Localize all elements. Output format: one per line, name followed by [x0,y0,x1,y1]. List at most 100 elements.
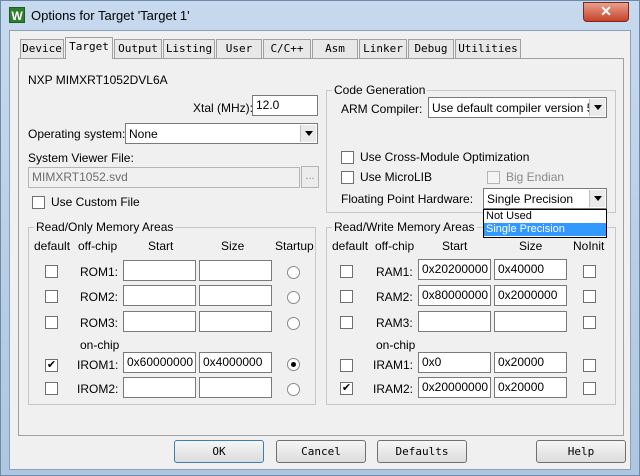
tab-debug[interactable]: Debug [408,39,454,58]
svd-browse-button[interactable]: ... [301,166,319,188]
tab-device[interactable]: Device [20,39,64,58]
ro-onchip-label: on-chip [80,338,120,352]
rw-header-noinit: NoInit [573,239,605,253]
ram3-default-checkbox[interactable] [340,316,353,329]
tab-asm[interactable]: Asm [312,39,358,58]
iram2-noinit-checkbox[interactable] [583,382,596,395]
tab-cc[interactable]: C/C++ [263,39,311,58]
iram1-start-input[interactable]: 0x0 [418,352,491,373]
irom2-startup-radio[interactable] [287,383,300,396]
chevron-down-icon[interactable] [589,99,605,116]
ram2-size-input[interactable]: 0x2000000 [494,285,567,306]
ram3-label: RAM3: [376,316,413,330]
irom1-default-checkbox[interactable]: ✔ [45,359,58,372]
ram2-default-checkbox[interactable] [340,290,353,303]
rom3-size-input[interactable] [199,311,272,332]
rom3-label: ROM3: [80,316,119,330]
rom1-startup-radio[interactable] [287,266,300,279]
rom1-size-input[interactable] [199,260,272,281]
compiler-select[interactable]: Use default compiler version 5 [428,97,607,118]
rw-header-default: default [332,239,369,253]
cross-module-checkbox[interactable] [341,151,354,164]
ram3-size-input[interactable] [494,311,567,332]
tab-listing[interactable]: Listing [163,39,215,58]
close-button[interactable]: ✕ [583,2,629,22]
custom-file-checkbox[interactable] [32,196,45,209]
rom2-label: ROM2: [80,290,119,304]
iram2-start-input[interactable]: 0x20000000 [418,377,491,398]
title-bar[interactable]: W Options for Target 'Target 1' ✕ [1,1,639,29]
rom2-default-checkbox[interactable] [45,290,58,303]
cancel-button[interactable]: Cancel [276,440,366,463]
defaults-button[interactable]: Defaults [377,440,467,463]
tab-output[interactable]: Output [114,39,162,58]
microlib-checkbox[interactable] [341,171,354,184]
chevron-down-icon[interactable] [589,190,605,207]
ok-button[interactable]: OK [174,440,264,463]
tab-utilities[interactable]: Utilities [455,39,521,58]
rom2-startup-radio[interactable] [287,291,300,304]
help-button[interactable]: Help [536,440,626,463]
fp-hardware-select[interactable]: Single Precision [483,188,607,209]
ram1-label: RAM1: [376,265,413,279]
fp-option-single-precision[interactable]: Single Precision [484,223,606,236]
iram1-size-input[interactable]: 0x20000 [494,352,567,373]
ro-header-startup: Startup [275,239,314,253]
ram3-start-input[interactable] [418,311,491,332]
rom3-default-checkbox[interactable] [45,316,58,329]
irom1-startup-radio[interactable] [287,358,300,371]
ram1-noinit-checkbox[interactable] [583,265,596,278]
ram3-noinit-checkbox[interactable] [583,316,596,329]
rw-header-size: Size [519,239,543,253]
ro-memory-title: Read/Only Memory Areas [34,220,176,234]
rw-onchip-label: on-chip [376,338,416,352]
microlib-label: Use MicroLIB [360,170,433,184]
irom2-start-input[interactable] [123,377,196,398]
rom1-label: ROM1: [80,265,119,279]
rw-header-offchip: off-chip [375,239,415,253]
rom1-start-input[interactable] [123,260,196,281]
irom2-size-input[interactable] [199,377,272,398]
options-dialog: W Options for Target 'Target 1' ✕ Device… [0,0,640,476]
iram2-size-input[interactable]: 0x20000 [494,377,567,398]
xtal-input[interactable]: 12.0 [252,95,318,116]
rom2-start-input[interactable] [123,285,196,306]
rw-memory-title: Read/Write Memory Areas [332,220,477,234]
ram2-start-input[interactable]: 0x80000000 [418,285,491,306]
ro-header-start: Start [148,239,174,253]
ram2-label: RAM2: [376,290,413,304]
xtal-label: Xtal (MHz): [193,101,253,115]
iram1-label: IRAM1: [373,358,414,372]
window-title: Options for Target 'Target 1' [31,8,190,23]
fp-option-not-used[interactable]: Not Used [484,210,606,223]
rom3-start-input[interactable] [123,311,196,332]
code-generation-title: Code Generation [332,83,428,97]
tab-target[interactable]: Target [65,37,113,59]
rom2-size-input[interactable] [199,285,272,306]
ram2-noinit-checkbox[interactable] [583,290,596,303]
iram1-noinit-checkbox[interactable] [583,359,596,372]
rom1-default-checkbox[interactable] [45,265,58,278]
svd-input[interactable]: MIMXRT1052.svd [28,167,300,188]
big-endian-checkbox[interactable] [487,171,500,184]
iram2-default-checkbox[interactable]: ✔ [340,382,353,395]
os-label: Operating system: [28,127,126,141]
tab-linker[interactable]: Linker [359,39,407,58]
compiler-select-value: Use default compiler version 5 [432,101,594,115]
fp-hardware-label: Floating Point Hardware: [341,192,474,206]
ro-header-size: Size [221,239,245,253]
irom1-size-input[interactable]: 0x4000000 [199,352,272,373]
tab-user[interactable]: User [216,39,262,58]
os-select[interactable]: None [125,123,318,144]
app-icon: W [9,7,25,23]
chevron-down-icon[interactable] [300,125,316,142]
ram1-default-checkbox[interactable] [340,265,353,278]
irom2-default-checkbox[interactable] [45,382,58,395]
ram1-start-input[interactable]: 0x20200000 [418,259,491,280]
irom1-start-input[interactable]: 0x60000000 [123,352,196,373]
iram1-default-checkbox[interactable] [340,359,353,372]
ram1-size-input[interactable]: 0x40000 [494,259,567,280]
irom2-label: IROM2: [77,382,119,396]
fp-hardware-value: Single Precision [487,192,574,206]
rom3-startup-radio[interactable] [287,317,300,330]
